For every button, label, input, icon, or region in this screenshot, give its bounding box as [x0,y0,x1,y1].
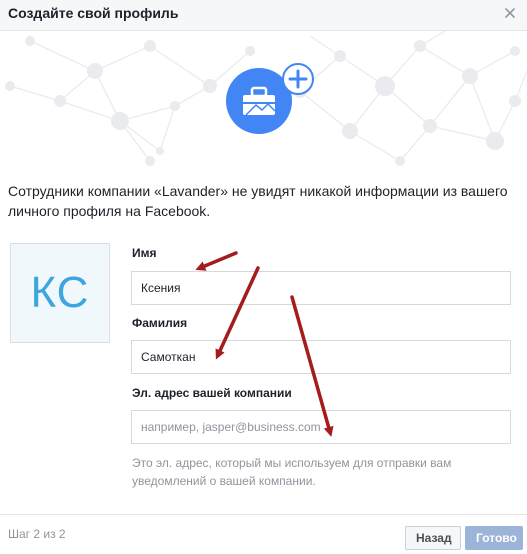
annotation-arrow-first-name [195,251,238,271]
dialog-header: Создайте свой профиль [0,0,527,31]
avatar-initials: КС [30,268,90,317]
first-name-label: Имя [132,246,157,260]
dialog-title: Создайте свой профиль [8,5,179,21]
back-button[interactable]: Назад [405,526,461,550]
done-button[interactable]: Готово [465,526,523,550]
work-email-input[interactable] [131,410,511,444]
work-email-label: Эл. адрес вашей компании [132,386,292,400]
network-banner [5,31,527,166]
last-name-input[interactable] [131,340,511,374]
dialog-footer: Шаг 2 из 2 Назад Готово [0,514,527,554]
last-name-label: Фамилия [132,316,188,330]
close-icon[interactable] [503,6,517,20]
step-indicator: Шаг 2 из 2 [8,527,66,541]
email-hint: Это эл. адрес, который мы используем для… [132,456,452,488]
avatar: КС [10,243,110,343]
create-profile-dialog: Создайте свой профиль Сотрудники компани… [0,0,527,554]
privacy-notice: Сотрудники компании «Lavander» не увидят… [8,183,508,219]
plus-icon [282,63,314,95]
first-name-input[interactable] [131,271,511,305]
